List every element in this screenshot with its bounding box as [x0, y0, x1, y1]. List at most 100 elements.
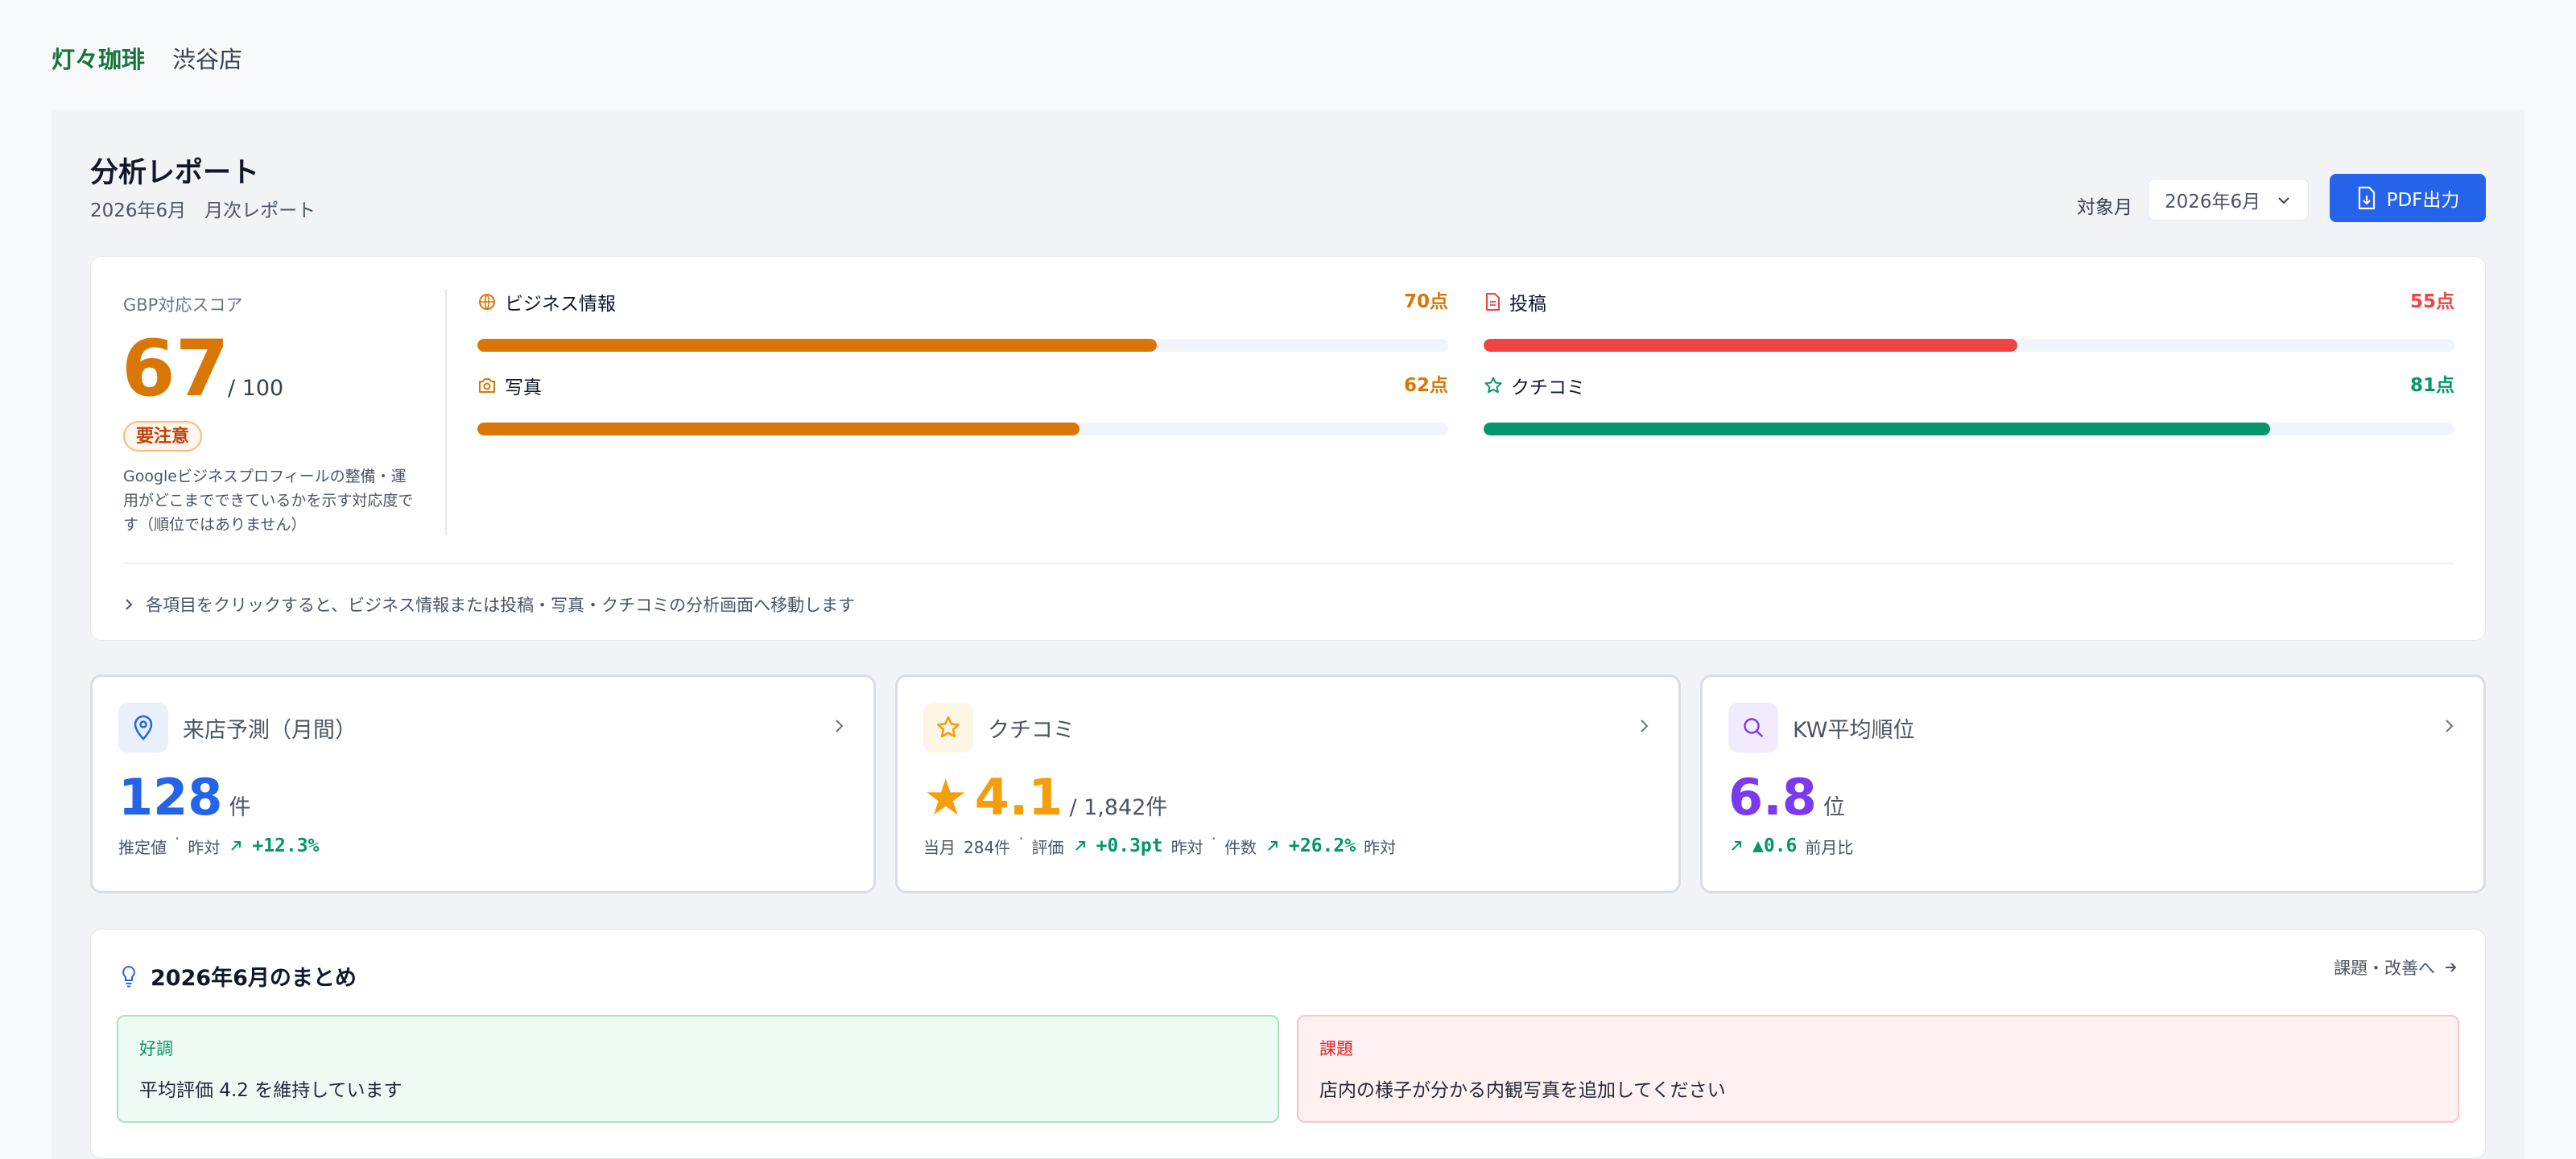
issues-link-text: 課題・改善へ [2334, 959, 2435, 978]
count-label: 件数 [1224, 837, 1257, 857]
progress-fill [477, 423, 1080, 435]
navigation-hint-text: 各項目をクリックすると、ビジネス情報または投稿・写真・クチコミの分析画面へ移動し… [146, 596, 856, 615]
category-points: 55点 [2409, 291, 2454, 312]
category-points: 62点 [1403, 375, 1448, 396]
monthly-summary-card: 2026年6月のまとめ 課題・改善へ 好調 平均評価 4.2 を維持しています … [90, 929, 2486, 1159]
divider [445, 289, 447, 535]
category-photos[interactable]: 写真 62点 [477, 371, 1448, 443]
rating-star: ★ [923, 768, 968, 827]
good-text: 平均評価 4.2 を維持しています [139, 1080, 402, 1101]
chevron-down-icon [2278, 197, 2289, 204]
status-badge: 要注意 [123, 421, 203, 452]
gbp-score-label: GBP対応スコア [123, 295, 243, 315]
gbp-score-value: 67 [122, 324, 229, 414]
kpi-unit: / 1,842件 [1069, 795, 1168, 820]
category-name: 投稿 [1509, 294, 1546, 315]
kpi-card-reviews[interactable]: クチコミ ★ 4.1 / 1,842件 当月 284件 · 評価 +0.3pt … [895, 674, 1681, 893]
category-reviews[interactable]: クチコミ 81点 [1484, 371, 2454, 443]
kpi-card-keyword-rank[interactable]: KW平均順位 6.8 位 ▲0.6 前月比 [1700, 674, 2486, 893]
month-select-value: 2026年6月 [2165, 192, 2261, 212]
trend-up-icon [231, 841, 242, 851]
issues-box: 課題 店内の様子が分かる内観写真を追加してください [1297, 1015, 2459, 1123]
rating-change: +0.3pt [1096, 835, 1163, 856]
compare-label: 前月比 [1805, 837, 1854, 857]
category-name: ビジネス情報 [505, 294, 616, 315]
main-panel: 分析レポート 2026年6月 月次レポート 対象月 2026年6月 PDF出力 … [52, 109, 2524, 1159]
separator-dot: · [1018, 829, 1024, 848]
category-posts[interactable]: 投稿 55点 [1484, 287, 2454, 360]
document-icon [1486, 293, 1500, 311]
progress-track [1484, 339, 2454, 352]
page-subtitle: 2026年6月 月次レポート [90, 200, 316, 221]
kpi-title: 来店予測（月間） [183, 718, 357, 743]
trend-up-icon [1268, 841, 1278, 851]
category-name: 写真 [505, 377, 542, 398]
chevron-right-icon [126, 599, 133, 610]
gbp-score-card: GBP対応スコア 67 / 100 要注意 Googleビジネスプロフィールの整… [90, 256, 2486, 641]
divider [123, 563, 2454, 564]
kpi-icon-box [1728, 703, 1778, 753]
pdf-export-label: PDF出力 [2386, 190, 2460, 211]
trend-up-icon [1732, 841, 1741, 851]
arrow-right-icon [2446, 963, 2457, 972]
brand-name[interactable]: 灯々珈琲 [52, 41, 145, 75]
navigation-hint: 各項目をクリックすると、ビジネス情報または投稿・写真・クチコミの分析画面へ移動し… [123, 580, 855, 629]
kpi-value: 4.1 [974, 768, 1063, 827]
kpi-title: クチコミ [988, 718, 1075, 743]
gbp-description: Googleビジネスプロフィールの整備・運用がどこまでできているかを示す対応度で… [123, 468, 414, 534]
count-change: +26.2% [1289, 835, 1356, 856]
chevron-right-icon[interactable] [2443, 717, 2454, 735]
progress-fill [1484, 339, 2018, 352]
chevron-right-icon[interactable] [1638, 717, 1649, 735]
issue-text: 店内の様子が分かる内観写真を追加してください [1319, 1080, 1726, 1101]
good-points-box: 好調 平均評価 4.2 を維持しています [117, 1015, 1279, 1123]
kpi-card-visits[interactable]: 来店予測（月間） 128 件 推定値 · 昨対 +12.3% [90, 674, 876, 893]
kpi-unit: 件 [229, 795, 251, 820]
star-icon [937, 716, 960, 738]
progress-track [1484, 423, 2454, 435]
search-icon [1744, 718, 1763, 737]
month-label: 対象月 [2077, 197, 2132, 218]
pdf-export-button[interactable]: PDF出力 [2330, 174, 2486, 222]
compare-label: 昨対 [1364, 837, 1397, 857]
store-name: 渋谷店 [172, 46, 243, 73]
progress-track [477, 423, 1448, 435]
category-business-info[interactable]: ビジネス情報 70点 [477, 287, 1448, 360]
month-count: 284件 [964, 837, 1011, 857]
kpi-icon-box [118, 703, 168, 753]
change-value: ▲0.6 [1752, 835, 1798, 856]
compare-label: 昨対 [1170, 837, 1203, 857]
chevron-right-icon[interactable] [833, 717, 844, 735]
category-name: クチコミ [1511, 377, 1585, 398]
separator-dot: · [175, 829, 180, 848]
globe-icon [479, 294, 495, 310]
progress-fill [477, 339, 1158, 352]
compare-label: 昨対 [188, 837, 221, 857]
summary-title: 2026年6月のまとめ [151, 966, 357, 991]
separator-dot: · [1211, 829, 1216, 848]
kpi-title: KW平均順位 [1793, 718, 1915, 743]
category-points: 81点 [2409, 375, 2454, 396]
top-bar: 灯々珈琲 渋谷店 [52, 42, 242, 74]
month-select[interactable]: 2026年6月 [2148, 179, 2309, 221]
good-label: 好調 [139, 1039, 173, 1058]
kpi-value: 6.8 [1728, 768, 1817, 827]
category-points: 70点 [1403, 291, 1448, 312]
kpi-unit: 位 [1823, 795, 1845, 820]
issue-label: 課題 [1319, 1039, 1353, 1058]
month-label: 当月 [923, 837, 956, 857]
progress-fill [1484, 423, 2270, 435]
star-icon [1484, 377, 1502, 394]
kpi-icon-box [923, 703, 973, 753]
issues-link[interactable]: 課題・改善へ [2334, 955, 2458, 980]
page-title: 分析レポート [90, 157, 260, 189]
file-download-icon [2358, 186, 2375, 210]
estimate-label: 推定値 [118, 837, 167, 857]
map-pin-icon [134, 715, 153, 740]
progress-track [477, 339, 1448, 352]
lightbulb-icon [122, 965, 135, 987]
change-value: +12.3% [252, 835, 320, 856]
kpi-value: 128 [118, 768, 223, 827]
camera-icon [479, 378, 495, 393]
trend-up-icon [1075, 841, 1085, 851]
